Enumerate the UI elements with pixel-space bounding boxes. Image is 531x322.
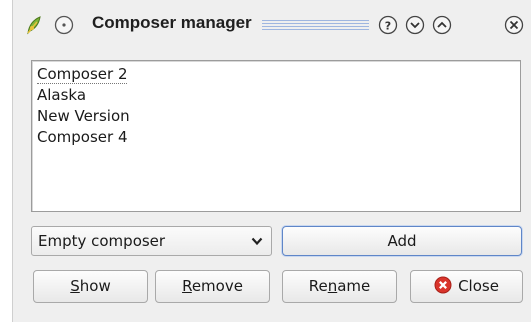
list-item[interactable]: Composer 2 bbox=[37, 64, 520, 85]
title-decoration bbox=[262, 20, 369, 32]
remove-button[interactable]: Remove bbox=[155, 270, 270, 303]
list-item[interactable]: Composer 4 bbox=[37, 127, 520, 148]
svg-text:?: ? bbox=[385, 20, 391, 33]
composer-manager-dialog: Composer manager ? Composer 2 Alaska New… bbox=[12, 0, 531, 322]
close-circle-icon bbox=[434, 276, 452, 293]
show-button[interactable]: Show bbox=[33, 270, 148, 303]
close-icon[interactable] bbox=[503, 14, 525, 36]
chevron-down-icon[interactable] bbox=[404, 14, 426, 36]
pin-icon[interactable] bbox=[53, 14, 75, 36]
chevron-down-icon bbox=[251, 237, 263, 246]
template-select[interactable]: Empty composer bbox=[31, 226, 272, 256]
help-icon[interactable]: ? bbox=[377, 14, 399, 36]
composer-list[interactable]: Composer 2 Alaska New Version Composer 4 bbox=[31, 60, 521, 212]
title-bar[interactable]: Composer manager ? bbox=[13, 0, 531, 50]
show-button-label: Show bbox=[70, 277, 111, 295]
remove-button-label: Remove bbox=[182, 277, 243, 295]
list-item[interactable]: Alaska bbox=[37, 85, 520, 106]
rename-button-label: Rename bbox=[308, 277, 371, 295]
add-button-label: Add bbox=[387, 232, 417, 250]
window-title: Composer manager bbox=[92, 13, 252, 32]
template-select-value: Empty composer bbox=[38, 232, 166, 250]
qgis-leaf-icon[interactable] bbox=[23, 14, 45, 36]
list-item[interactable]: New Version bbox=[37, 106, 520, 127]
close-button[interactable]: Close bbox=[410, 270, 523, 303]
chevron-up-icon[interactable] bbox=[431, 14, 453, 36]
rename-button[interactable]: Rename bbox=[282, 270, 397, 303]
close-button-label: Close bbox=[458, 277, 499, 295]
add-button[interactable]: Add bbox=[282, 226, 522, 256]
